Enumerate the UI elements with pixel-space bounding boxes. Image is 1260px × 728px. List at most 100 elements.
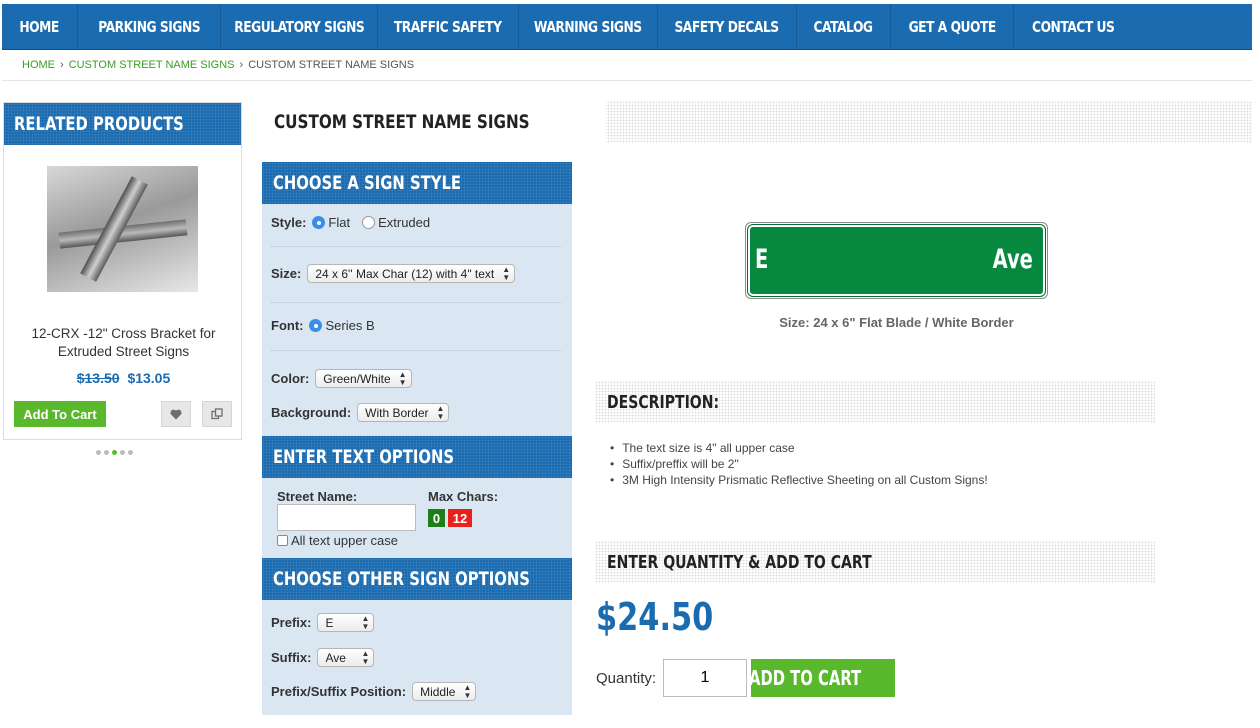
position-value: Middle <box>420 684 456 699</box>
cart-heading-bar: ENTER QUANTITY & ADD TO CART <box>595 541 1155 583</box>
nav-get-a-quote[interactable]: GET A QUOTE <box>891 4 1014 50</box>
position-row: Prefix/Suffix Position: Middle ▲ ▼ <box>271 682 477 701</box>
style-flat-radio[interactable]: Flat <box>312 215 350 230</box>
divider <box>271 350 562 351</box>
size-row: Size: 24 x 6'' Max Char (12) with 4" tex… <box>271 264 516 283</box>
nav-contact-us[interactable]: CONTACT US <box>1014 4 1132 50</box>
carousel-dot[interactable] <box>96 450 101 455</box>
sign-suffix-text: Ave <box>992 244 1033 275</box>
compare-icon <box>211 408 223 420</box>
cart-heading: ENTER QUANTITY & ADD TO CART <box>607 551 872 573</box>
size-label: Size: <box>271 266 302 281</box>
breadcrumb-category[interactable]: CUSTOM STREET NAME SIGNS <box>69 59 235 71</box>
compare-button[interactable] <box>202 401 232 427</box>
carousel-dot[interactable] <box>104 450 109 455</box>
color-value: Green/White <box>323 371 391 386</box>
description-item: The text size is 4" all upper case <box>610 440 988 456</box>
select-arrows-icon: ▲ ▼ <box>502 264 511 282</box>
nav-parking-signs[interactable]: PARKING SIGNS <box>78 4 221 50</box>
description-item: Suffix/preffix will be 2" <box>610 456 988 472</box>
breadcrumb: HOME › CUSTOM STREET NAME SIGNS › CUSTOM… <box>22 59 414 71</box>
carousel-dot[interactable] <box>128 450 133 455</box>
char-count-badge: 0 <box>428 509 445 527</box>
color-label: Color: <box>271 371 310 386</box>
prefix-select[interactable]: E ▲ ▼ <box>317 613 375 632</box>
page-title: CUSTOM STREET NAME SIGNS <box>274 111 530 133</box>
nav-safety-decals[interactable]: SAFETY DECALS <box>658 4 797 50</box>
breadcrumb-separator: › <box>60 59 64 71</box>
char-max-badge: 12 <box>448 509 472 527</box>
carousel-dot[interactable] <box>120 450 125 455</box>
main-nav: HOME PARKING SIGNS REGULATORY SIGNS TRAF… <box>2 4 1252 50</box>
product-image[interactable] <box>47 166 198 292</box>
prefix-label: Prefix: <box>271 615 312 630</box>
suffix-row: Suffix: Ave ▲ ▼ <box>271 648 375 667</box>
old-price: $13.50 <box>76 370 120 386</box>
new-price: $13.05 <box>127 370 171 386</box>
select-arrows-icon: ▲ ▼ <box>436 403 445 421</box>
style-extruded-label: Extruded <box>378 215 431 230</box>
sign-prefix-text: E <box>755 244 769 275</box>
select-arrows-icon: ▲ ▼ <box>361 648 370 666</box>
style-label: Style: <box>271 215 307 230</box>
other-options-heading: CHOOSE OTHER SIGN OPTIONS <box>262 558 572 600</box>
street-name-input[interactable] <box>277 504 416 531</box>
carousel-dots <box>96 450 133 455</box>
quantity-label: Quantity: <box>596 670 657 687</box>
suffix-select[interactable]: Ave ▲ ▼ <box>317 648 375 667</box>
prefix-row: Prefix: E ▲ ▼ <box>271 613 375 632</box>
nav-regulatory-signs[interactable]: REGULATORY SIGNS <box>221 4 378 50</box>
nav-warning-signs[interactable]: WARNING SIGNS <box>519 4 658 50</box>
quantity-input[interactable] <box>663 659 747 697</box>
background-select[interactable]: With Border ▲ ▼ <box>357 403 450 422</box>
related-add-to-cart-button[interactable]: Add To Cart <box>14 401 106 427</box>
sign-options-panel: CHOOSE A SIGN STYLE Style: Flat Extruded… <box>262 162 572 715</box>
nav-catalog[interactable]: CATALOG <box>797 4 891 50</box>
nav-traffic-safety[interactable]: TRAFFIC SAFETY <box>378 4 519 50</box>
uppercase-checkbox[interactable]: All text upper case <box>277 533 398 548</box>
divider <box>271 302 562 303</box>
description-list: The text size is 4" all upper case Suffi… <box>610 440 988 488</box>
related-products-heading: RELATED PRODUCTS <box>4 103 241 145</box>
size-select[interactable]: 24 x 6'' Max Char (12) with 4" text ▲ ▼ <box>307 264 516 283</box>
font-row: Font: Series B <box>271 318 381 333</box>
breadcrumb-separator: › <box>239 59 244 71</box>
product-price-large: $24.50 <box>596 595 714 639</box>
select-arrows-icon: ▲ ▼ <box>398 369 407 387</box>
size-value: 24 x 6'' Max Char (12) with 4" text <box>315 266 495 281</box>
position-select[interactable]: Middle ▲ ▼ <box>412 682 477 701</box>
wishlist-button[interactable] <box>161 401 191 427</box>
uppercase-label: All text upper case <box>291 533 398 548</box>
carousel-dot-active[interactable] <box>112 450 117 455</box>
font-value: Series B <box>325 318 375 333</box>
background-value: With Border <box>365 405 429 420</box>
font-series-b-radio[interactable]: Series B <box>309 318 375 333</box>
breadcrumb-divider <box>2 80 1252 81</box>
breadcrumb-home[interactable]: HOME <box>22 59 55 71</box>
style-extruded-radio[interactable]: Extruded <box>362 215 430 230</box>
sign-face: E Ave <box>747 224 1046 297</box>
checkbox-box <box>277 535 288 546</box>
sign-preview: E Ave <box>745 222 1048 299</box>
select-arrows-icon: ▲ ▼ <box>361 613 370 631</box>
description-heading-bar: DESCRIPTION: <box>595 381 1155 423</box>
nav-home[interactable]: HOME <box>2 4 78 50</box>
style-row: Style: Flat Extruded <box>271 215 436 230</box>
background-row: Background: With Border ▲ ▼ <box>271 403 450 422</box>
position-label: Prefix/Suffix Position: <box>271 684 407 699</box>
sign-size-caption: Size: 24 x 6" Flat Blade / White Border <box>779 315 1014 330</box>
product-name-link[interactable]: 12-CRX -12" Cross Bracket for Extruded S… <box>14 325 233 361</box>
suffix-value: Ave <box>325 650 346 665</box>
radio-checked <box>309 319 323 332</box>
style-flat-label: Flat <box>328 215 351 230</box>
color-select[interactable]: Green/White ▲ ▼ <box>315 369 412 388</box>
description-heading: DESCRIPTION: <box>607 391 720 413</box>
background-label: Background: <box>271 405 352 420</box>
breadcrumb-current: CUSTOM STREET NAME SIGNS <box>248 59 415 71</box>
color-row: Color: Green/White ▲ ▼ <box>271 369 412 388</box>
add-to-cart-button[interactable]: ADD TO CART <box>749 659 895 697</box>
prefix-value: E <box>325 615 334 630</box>
page-title-bar: CUSTOM STREET NAME SIGNS <box>262 101 1252 143</box>
suffix-label: Suffix: <box>271 650 312 665</box>
font-label: Font: <box>271 318 304 333</box>
